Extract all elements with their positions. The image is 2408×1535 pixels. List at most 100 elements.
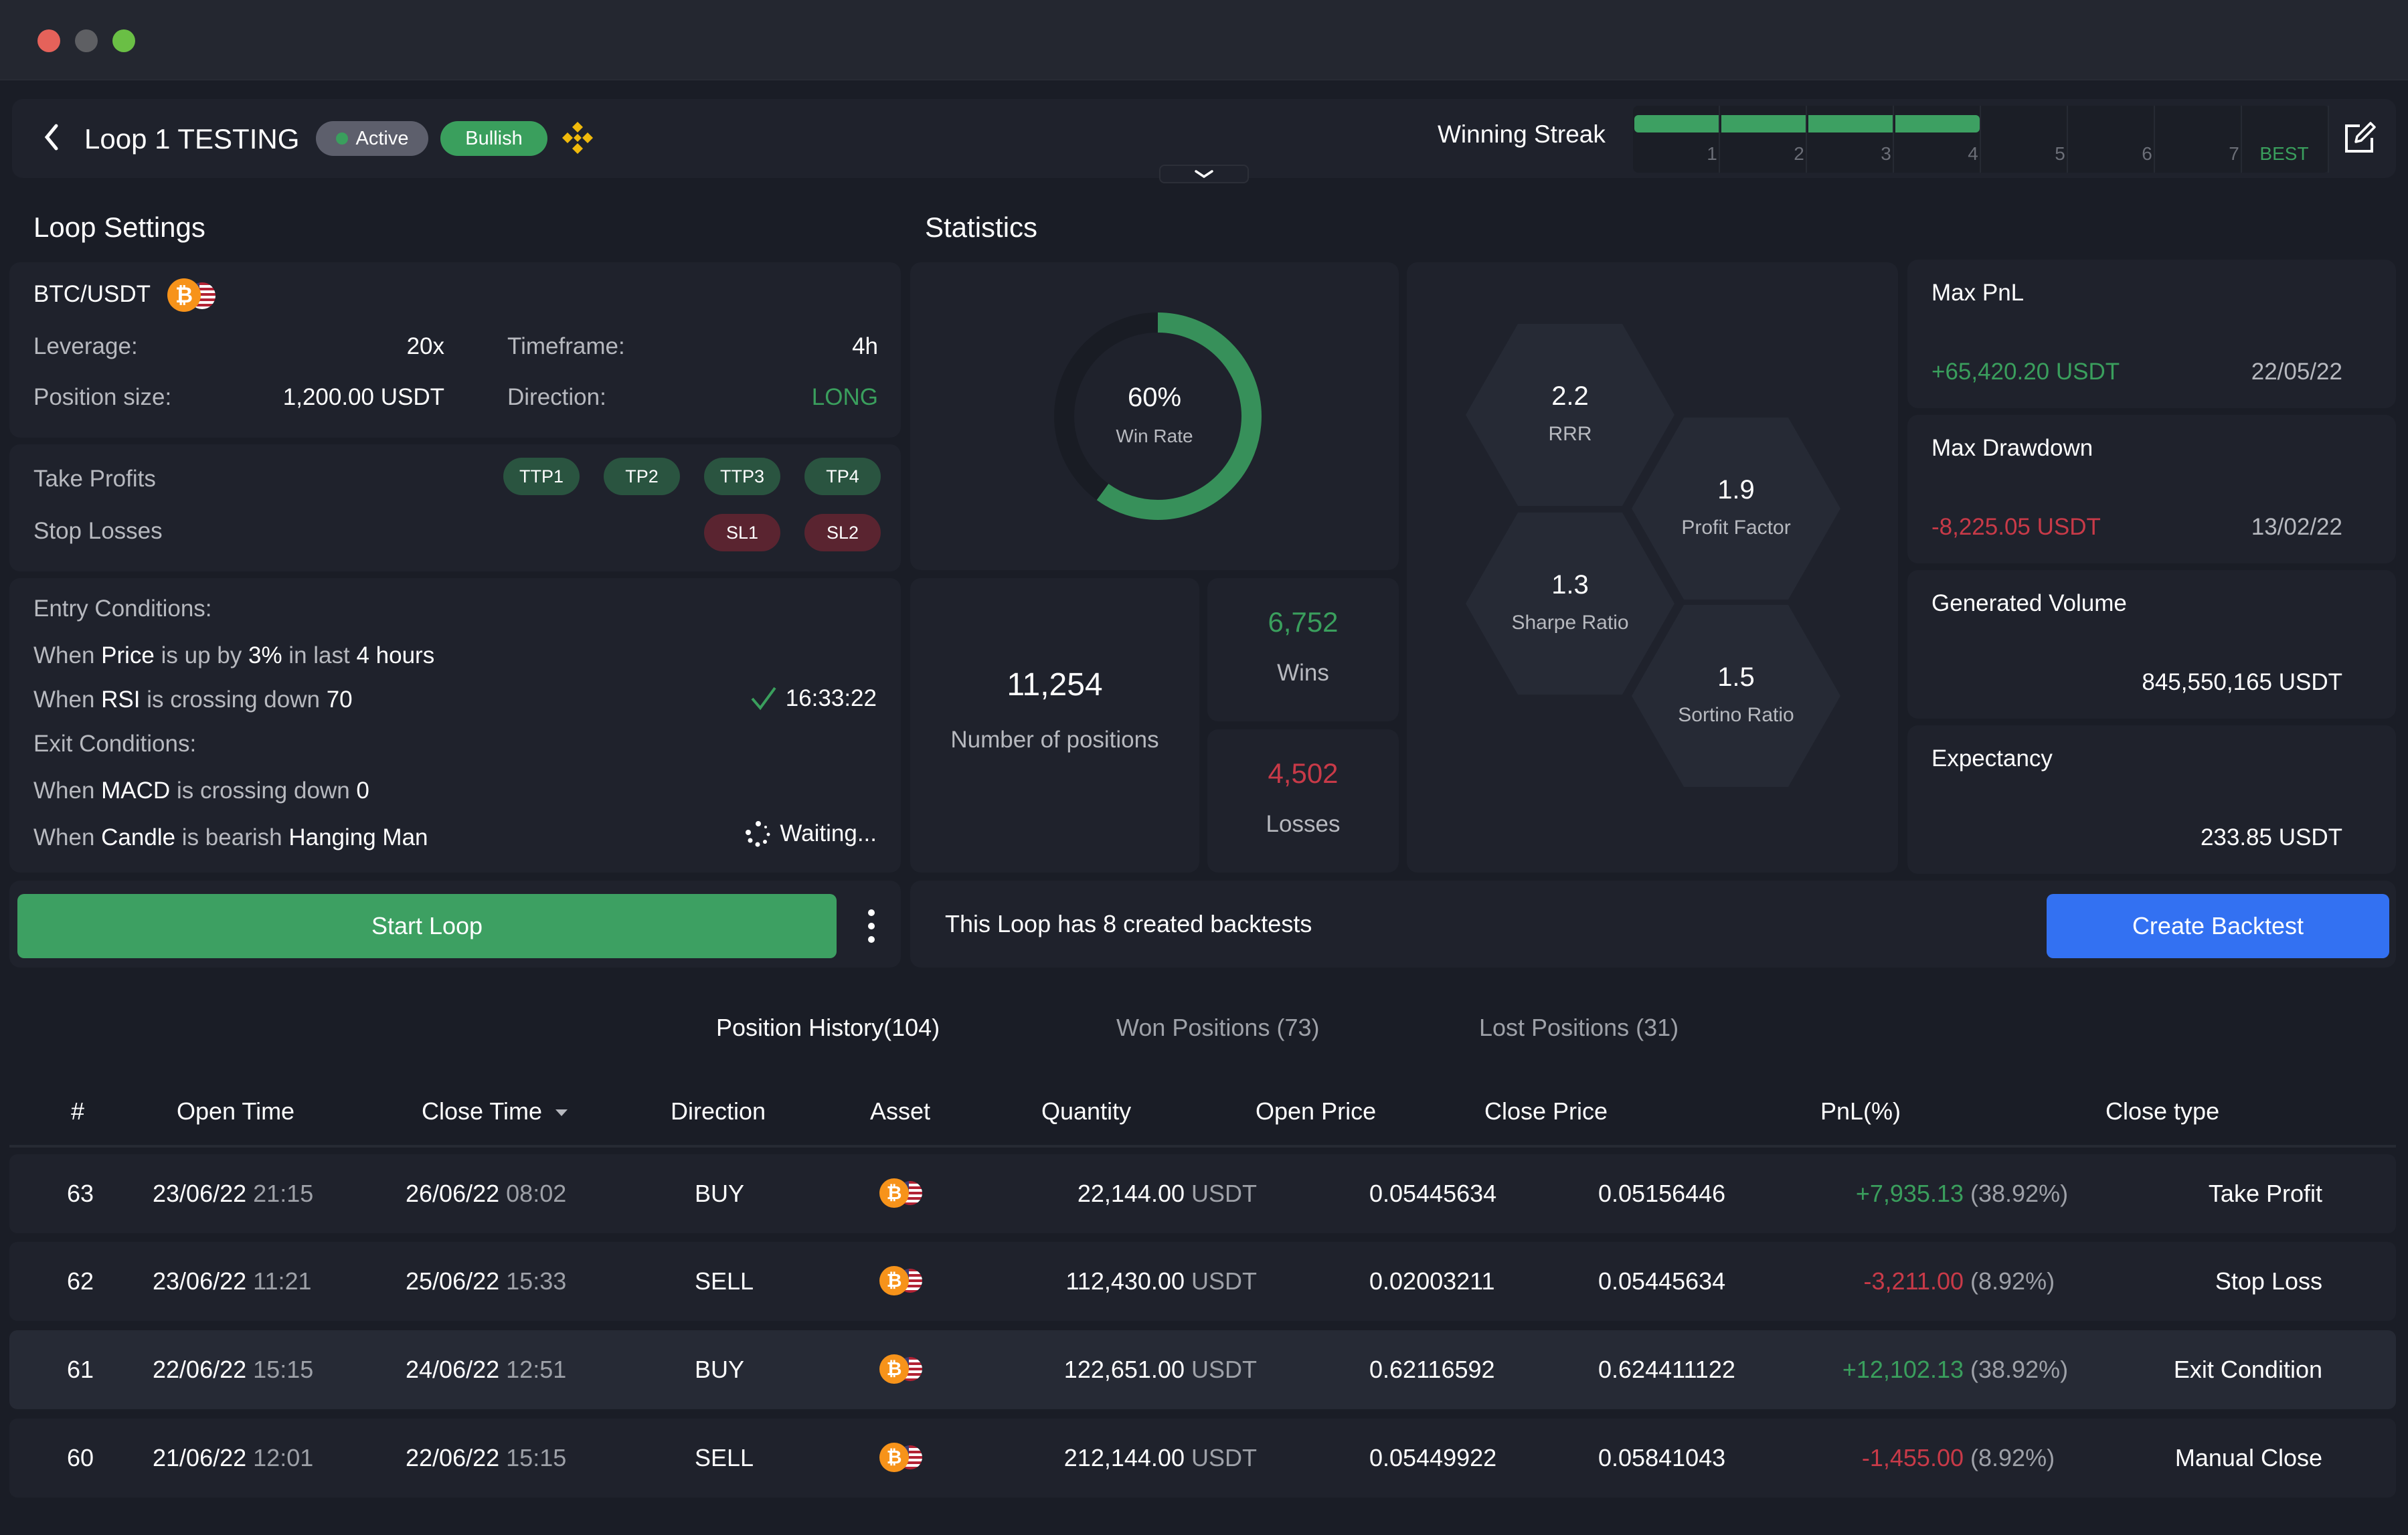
condition-value: 70 [326, 687, 353, 713]
quantity-value: 112,430.00 [1065, 1267, 1185, 1295]
ratio-value: 1.3 [1551, 570, 1589, 600]
column-header-close-type[interactable]: Close type [2105, 1097, 2219, 1125]
stop-loss-tag[interactable]: SL2 [804, 514, 881, 551]
table-row[interactable]: 61 22/06/22 15:15 24/06/22 12:51 BUY ₿ 122,65… [9, 1330, 2396, 1409]
table-row[interactable]: 62 23/06/22 11:21 25/06/22 15:33 SELL ₿ 112,4… [9, 1242, 2396, 1321]
pnl-percent: (8.92%) [1970, 1267, 2055, 1295]
more-vertical-icon [868, 909, 875, 943]
condition-text: is crossing down [170, 778, 357, 804]
condition-text: When [33, 687, 102, 713]
quantity-unit: USDT [1191, 1356, 1257, 1383]
loop-title: Loop 1 TESTING [84, 123, 300, 155]
column-header-quantity[interactable]: Quantity [1041, 1097, 1131, 1125]
leverage-label: Leverage: [33, 333, 138, 359]
tab-won-positions[interactable]: Won Positions (73) [1116, 1014, 1319, 1042]
open-date: 23/06/22 [153, 1180, 247, 1207]
status-badge-label: Active [355, 127, 409, 149]
losses-label: Losses [1266, 811, 1341, 837]
cell-asset: ₿ [879, 1354, 928, 1384]
direction-label: Direction: [507, 384, 606, 410]
condition-indicator: Price [101, 642, 155, 668]
column-header-close-time-label: Close Time [422, 1097, 543, 1125]
streak-fill [1808, 115, 1893, 132]
cell-close-price: 0.05841043 [1598, 1444, 1726, 1471]
table-row[interactable]: 60 21/06/22 12:01 22/06/22 15:15 SELL ₿ 212,1… [9, 1419, 2396, 1498]
expectancy-value: 233.85 USDT [2200, 824, 2342, 850]
close-date: 25/06/22 [406, 1267, 500, 1295]
pair-icons: ₿ [167, 278, 216, 312]
entry-conditions-label: Entry Conditions: [33, 596, 212, 622]
check-icon [751, 687, 776, 711]
tab-position-history[interactable]: Position History(104) [716, 1014, 940, 1042]
cell-open-time: 22/06/22 15:15 [153, 1356, 313, 1384]
streak-fill [1634, 115, 1719, 132]
column-header-pnl[interactable]: PnL(%) [1820, 1097, 1901, 1125]
take-profit-tag[interactable]: TP2 [604, 458, 680, 495]
condition-text: is crossing down [140, 687, 327, 713]
cell-id: 61 [67, 1356, 94, 1383]
ratio-value: 2.2 [1551, 381, 1589, 411]
generated-volume-label: Generated Volume [1931, 590, 2127, 616]
take-profit-tag[interactable]: TTP3 [704, 458, 780, 495]
leverage-value: 20x [406, 333, 444, 359]
take-profit-tag[interactable]: TTP1 [503, 458, 580, 495]
start-loop-button[interactable]: Start Loop [17, 894, 837, 958]
wins-label: Wins [1277, 660, 1329, 686]
column-header-close-price[interactable]: Close Price [1484, 1097, 1608, 1125]
condition-text: is up by [154, 642, 248, 668]
close-window-button[interactable] [37, 29, 60, 52]
close-time: 15:33 [506, 1267, 567, 1295]
cell-open-time: 23/06/22 11:21 [153, 1267, 312, 1295]
quantity-value: 122,651.00 [1063, 1356, 1185, 1383]
column-header-open-time[interactable]: Open Time [177, 1097, 294, 1125]
minimize-window-button[interactable] [75, 29, 98, 52]
sentiment-badge: Bullish [440, 121, 547, 156]
condition-text: is bearish [175, 824, 289, 850]
exit-condition: When MACD is crossing down 0 [33, 778, 369, 804]
stop-loss-tag[interactable]: SL1 [704, 514, 780, 551]
back-button[interactable] [41, 122, 62, 156]
max-drawdown-value: -8,225.05 USDT [1931, 514, 2101, 540]
condition-met-status: 16:33:22 [750, 685, 877, 712]
pair-settings-card: BTC/USDT ₿ Leverage: 20x Timeframe: 4h P… [9, 262, 901, 438]
entry-condition: When RSI is crossing down 70 [33, 687, 353, 713]
column-header-open-price[interactable]: Open Price [1256, 1097, 1376, 1125]
cell-pnl: +12,102.13 (38.92%) [1790, 1356, 2084, 1384]
cell-quantity: 122,651.00 USDT [1064, 1356, 1257, 1384]
more-options-button[interactable] [863, 907, 879, 945]
edit-button[interactable] [2342, 122, 2377, 159]
cell-close-price: 0.05156446 [1598, 1180, 1726, 1207]
open-time: 12:01 [253, 1444, 314, 1471]
bitcoin-icon: ₿ [879, 1443, 909, 1472]
winning-streak-meter: 1 2 3 4 5 6 7 BEST [1633, 106, 2329, 173]
position-size-label: Position size: [33, 384, 172, 410]
conditions-card: Entry Conditions: When Price is up by 3%… [9, 578, 901, 873]
condition-indicator: Candle [101, 824, 176, 850]
column-header-direction[interactable]: Direction [671, 1097, 766, 1125]
open-date: 21/06/22 [153, 1444, 247, 1471]
table-row[interactable]: 63 23/06/22 21:15 26/06/22 08:02 BUY ₿ 22,144… [9, 1154, 2396, 1233]
exit-condition: When Candle is bearish Hanging Man [33, 824, 428, 851]
cell-close-type: Manual Close [2174, 1444, 2322, 1471]
bitcoin-icon: ₿ [879, 1178, 909, 1208]
max-pnl-date: 22/05/22 [2251, 359, 2342, 385]
tab-lost-positions[interactable]: Lost Positions (31) [1479, 1014, 1679, 1042]
create-backtest-button[interactable]: Create Backtest [2047, 894, 2389, 958]
column-header-asset[interactable]: Asset [870, 1097, 930, 1125]
cell-close-time: 25/06/22 15:33 [406, 1267, 566, 1295]
chevron-down-icon [1195, 170, 1213, 179]
losses-card: 4,502 Losses [1207, 729, 1399, 873]
direction-value: LONG [811, 384, 878, 410]
expand-header-button[interactable] [1159, 165, 1249, 183]
maximize-window-button[interactable] [112, 29, 135, 52]
cell-direction: BUY [695, 1180, 745, 1207]
cell-asset: ₿ [879, 1178, 928, 1208]
max-pnl-card: Max PnL +65,420.20 USDT 22/05/22 [1907, 260, 2396, 408]
column-header-close-time[interactable]: Close Time [422, 1097, 569, 1125]
condition-text: When [33, 824, 102, 850]
take-profit-tag[interactable]: TP4 [804, 458, 881, 495]
column-header-id[interactable]: # [71, 1097, 84, 1125]
cell-close-type: Stop Loss [2215, 1267, 2322, 1295]
cell-direction: SELL [695, 1444, 754, 1471]
ratio-label: Sortino Ratio [1678, 704, 1794, 726]
